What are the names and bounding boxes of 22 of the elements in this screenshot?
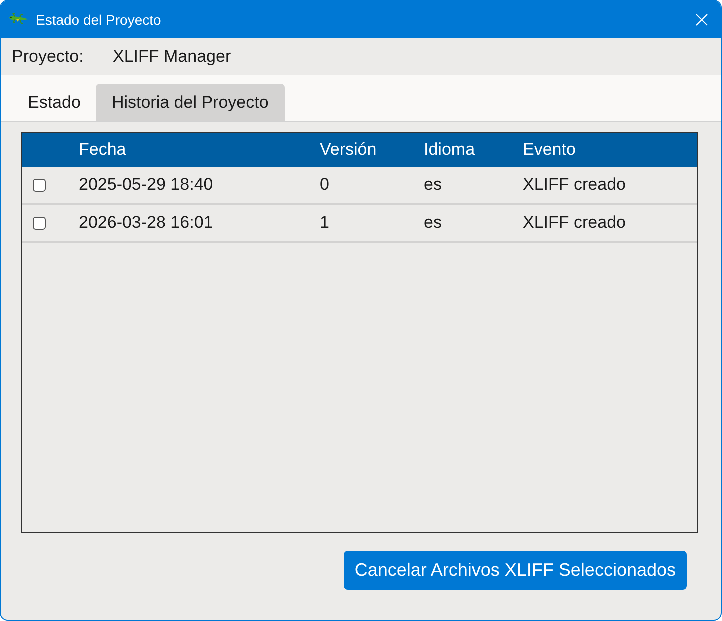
window-title: Estado del Proyecto [36, 12, 162, 28]
lizard-icon [9, 12, 29, 26]
row-checkbox[interactable] [33, 178, 46, 192]
table-cell-text: es [424, 213, 443, 233]
table-cell-text: 0 [320, 175, 330, 195]
column-header: Evento [523, 140, 577, 160]
tab[interactable]: Estado [13, 84, 96, 121]
table-cell-text: 1 [320, 213, 330, 233]
table-cell-text: 2025-05-29 18:40 [79, 175, 214, 195]
column-header: Versión [320, 140, 378, 160]
tab[interactable]: Historia del Proyecto [96, 84, 285, 121]
cancel-files-button[interactable]: Cancelar Archivos XLIFF Seleccionados [344, 551, 687, 590]
row-checkbox[interactable] [33, 216, 46, 230]
project-label: Proyecto: [12, 46, 85, 66]
column-header: Fecha [79, 140, 128, 160]
column-header: Idioma [424, 140, 476, 160]
close-icon[interactable] [696, 14, 708, 26]
table-cell-text: XLIFF creado [523, 175, 627, 195]
table-cell-text: 2026-03-28 16:01 [79, 213, 214, 233]
table-cell-text: XLIFF creado [523, 213, 627, 233]
project-name: XLIFF Manager [113, 46, 232, 66]
table-cell-text: es [424, 175, 443, 195]
